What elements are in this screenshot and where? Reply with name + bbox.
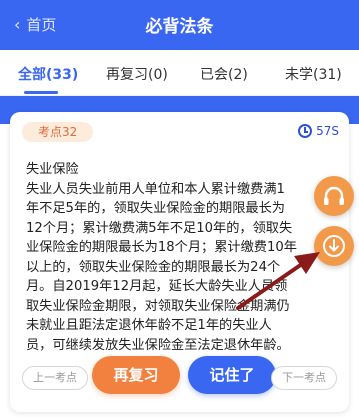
law-line: 年不足5年的，领取失业保险金的期限最长为 (26, 201, 285, 216)
tab-known[interactable]: 已会(2) (200, 64, 248, 84)
topic-badge: 考点32 (22, 122, 94, 142)
nav-bar: ‹ 首页 必背法条 (0, 0, 359, 50)
law-text: 失业保险 失业人员失业前用人单位和本人累计缴费满1 年不足5年的，领取失业保险金… (26, 160, 337, 355)
review-again-button[interactable]: 再复习 (92, 356, 180, 394)
timer-value: 57S (316, 124, 339, 138)
page-title: 必背法条 (145, 17, 214, 37)
download-icon (323, 235, 345, 257)
audio-fab[interactable] (314, 176, 354, 216)
tab-bar: 全部(33) 再复习(0) 已会(2) 未学(31) (0, 50, 359, 96)
timer: 57S (298, 124, 339, 138)
law-line: 以上的，领取失业保险金的期限最长为24个 (26, 259, 281, 275)
law-heading: 失业保险 (26, 162, 79, 177)
law-line: 月。自2019年12月起，延长大龄失业人员领 (26, 279, 288, 294)
next-topic-button[interactable]: 下一考点 (271, 366, 337, 390)
clock-icon (298, 124, 313, 138)
download-fab[interactable] (314, 226, 354, 266)
law-line: 12个月；累计缴费满5年不足10年的，领取失 (26, 220, 293, 236)
law-line: 员，可继续发放失业保险金至法定退休年龄。 (26, 337, 290, 353)
law-card: 考点32 57S 失业保险 失业人员失业前用人单位和本人累计缴费满1 年不足5年… (10, 112, 349, 412)
tab-all[interactable]: 全部(33) (18, 64, 78, 84)
remembered-button[interactable]: 记住了 (188, 356, 276, 394)
tab-unlearned[interactable]: 未学(31) (285, 64, 342, 84)
tab-review[interactable]: 再复习(0) (106, 64, 168, 84)
law-line: 失业人员失业前用人单位和本人累计缴费满1 (26, 181, 285, 197)
active-tab-indicator (24, 91, 58, 94)
prev-topic-button[interactable]: 上一考点 (22, 366, 88, 390)
law-line: 业保险金的期限最长为18个月；累计缴费10年 (26, 240, 297, 255)
headset-icon (324, 186, 344, 205)
law-line: 取失业保险金期限，对领取失业保险金期满仍 (26, 298, 290, 314)
law-line: 未就业且距法定退休年龄不足1年的失业人 (26, 318, 272, 333)
